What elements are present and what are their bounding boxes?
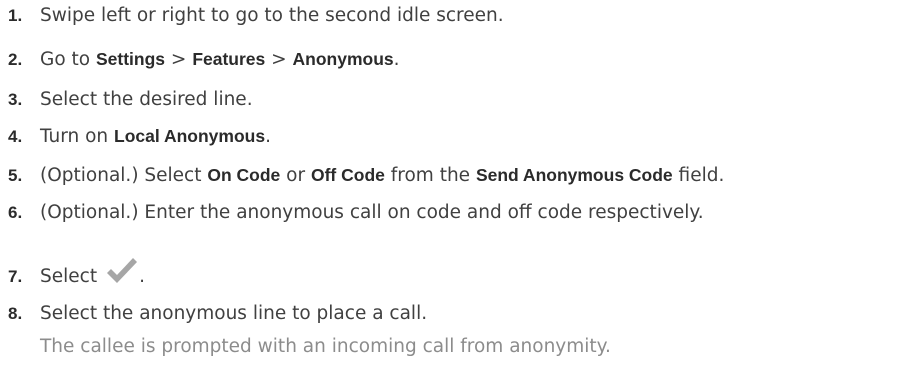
step-text: Swipe left or right to go to the second …	[40, 5, 504, 26]
step-8: 8. Select the anonymous line to place a c…	[8, 303, 427, 325]
step-text: field.	[672, 165, 725, 186]
step-2: 2. Go to Settings > Features > Anonymous.	[8, 48, 400, 71]
step-text: (Optional.) Enter the anonymous call on …	[40, 202, 704, 223]
step-number: 2.	[8, 50, 23, 69]
step-text: from the	[384, 165, 476, 186]
step-text: Select	[40, 266, 98, 287]
step-number: 5.	[8, 166, 23, 185]
step-number: 6.	[8, 203, 23, 222]
step-number: 7.	[8, 267, 23, 286]
option-off-code: Off Code	[310, 165, 385, 185]
option-on-code: On Code	[207, 165, 281, 185]
step-number: 3.	[8, 90, 23, 109]
step-text: Go to	[40, 49, 96, 70]
step-5: 5. (Optional.) Select On Code or Off Code…	[8, 164, 724, 187]
step-text: .	[265, 126, 271, 147]
step-number: 1.	[8, 6, 23, 25]
step-text: or	[280, 165, 311, 186]
menu-anonymous: Anonymous	[292, 49, 394, 69]
step-number: 8.	[8, 304, 23, 323]
step-6: 6. (Optional.) Enter the anonymous call o…	[8, 202, 704, 224]
step-text: Turn on	[40, 126, 115, 147]
field-send-anonymous-code: Send Anonymous Code	[475, 165, 673, 185]
checkmark-icon	[105, 256, 139, 286]
separator: >	[265, 49, 293, 70]
menu-features: Features	[192, 49, 266, 69]
step-text: .	[393, 49, 400, 70]
step-text: Select the desired line.	[40, 89, 253, 110]
separator: >	[165, 49, 193, 70]
step-text: .	[139, 266, 145, 287]
menu-settings: Settings	[96, 49, 166, 69]
step-4: 4. Turn on Local Anonymous.	[8, 125, 271, 148]
step-8-result: The callee is prompted with an incoming …	[40, 336, 611, 357]
step-number: 4.	[8, 127, 23, 146]
option-local-anonymous: Local Anonymous	[114, 126, 266, 146]
step-1: 1. Swipe left or right to go to the secon…	[8, 5, 504, 27]
step-3: 3. Select the desired line.	[8, 89, 253, 111]
step-text: Select the anonymous line to place a cal…	[40, 303, 428, 324]
step-7: 7. Select.	[8, 256, 145, 288]
step-text: (Optional.) Select	[40, 165, 208, 186]
